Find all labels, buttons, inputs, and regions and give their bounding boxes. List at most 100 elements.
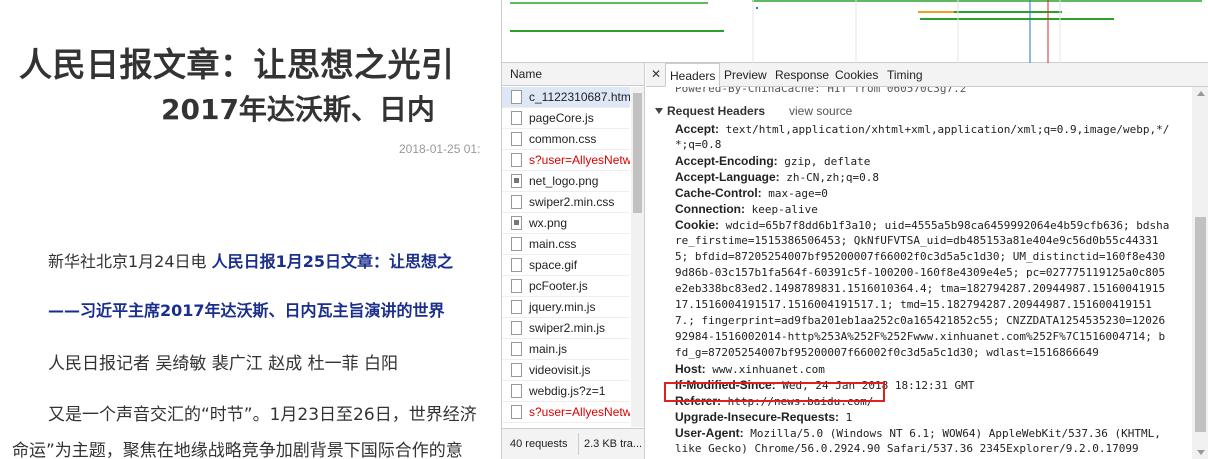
document-icon (511, 153, 522, 167)
header-key: Cache-Control: (675, 186, 762, 200)
request-row[interactable]: wx.png (502, 213, 630, 234)
header-key: Accept-Language: (675, 170, 780, 184)
request-row[interactable]: webdig.js?z=1 (502, 381, 630, 402)
scroll-up-arrow-icon[interactable] (1197, 91, 1205, 96)
document-icon (511, 111, 522, 125)
request-row[interactable]: net_logo.png (502, 171, 630, 192)
document-icon (511, 195, 522, 209)
request-row[interactable]: main.css (502, 234, 630, 255)
dateline: 新华社北京1月24日电 (48, 252, 212, 271)
request-name: s?user=AllyesNetw (529, 153, 630, 167)
document-icon (511, 384, 522, 398)
document-icon (511, 132, 522, 146)
header-value: 1 (839, 411, 853, 424)
header-key: Cookie: (675, 218, 720, 232)
article-link[interactable]: 人民日报1月25日文章：让思想之 (212, 252, 453, 271)
footer-divider (578, 433, 579, 455)
header-value: www.xinhuanet.com (705, 363, 825, 376)
header-key: Accept: (675, 122, 720, 136)
request-name: c_1122310687.htm (529, 90, 630, 104)
document-icon (511, 258, 522, 272)
header-key: User-Agent: (675, 426, 744, 440)
close-icon[interactable]: ✕ (651, 67, 661, 81)
document-icon (511, 279, 522, 293)
image-icon (511, 174, 522, 188)
scrollbar-thumb[interactable] (633, 93, 642, 213)
request-row[interactable]: s?user=AllyesNetw (502, 402, 630, 423)
tab-response[interactable]: Response (775, 68, 829, 82)
tab-preview[interactable]: Preview (724, 68, 767, 82)
network-summary-bar: 40 requests 2.3 KB tra... (502, 428, 644, 459)
header-key: Accept-Encoding: (675, 154, 778, 168)
request-name: s?user=AllyesNetw (529, 405, 630, 419)
article-title-line-2: 2017年达沃斯、日内 (161, 93, 435, 126)
request-name: webdig.js?z=1 (529, 384, 606, 398)
header-upgrade-insecure-requests: Upgrade-Insecure-Requests: 1 (675, 409, 852, 426)
article-paragraph-2: 又是一个声音交汇的“时节”。1月23日至26日，世界经济 (48, 405, 477, 425)
cookie-line: re_firstime=1515386506453; QkNfUFVTSA_ui… (675, 234, 1159, 247)
cookie-line: 7.; fingerprint=ad9fba201eb1aa252c0a1654… (675, 314, 1166, 327)
header-value: gzip, deflate (777, 155, 871, 168)
header-key: Upgrade-Insecure-Requests: (675, 410, 840, 424)
request-row[interactable]: jquery.min.js (502, 297, 630, 318)
request-name: videovisit.js (529, 363, 591, 377)
request-row[interactable]: main.js (502, 339, 630, 360)
request-name: pcFooter.js (529, 279, 588, 293)
article-title-line-1: 人民日报文章：让思想之光引 (19, 45, 455, 84)
article-byline: 人民日报记者 吴绮敏 裴广江 赵成 杜一菲 白阳 (48, 354, 399, 374)
cookie-line: 92984-1516002014-http%253A%252F%252Fwww.… (675, 330, 1166, 343)
header-value: max-age=0 (761, 187, 828, 200)
header-cache-control: Cache-Control: max-age=0 (675, 185, 828, 202)
request-row[interactable]: space.gif (502, 255, 630, 276)
tab-timing[interactable]: Timing (887, 68, 923, 82)
header-value: zh-CN,zh;q=0.8 (779, 171, 880, 184)
request-row[interactable]: c_1122310687.htm (502, 87, 630, 108)
header-value: text/html,application/xhtml+xml,applicat… (719, 123, 1170, 136)
headers-scrollbar[interactable] (1192, 87, 1208, 459)
article-date: 2018-01-25 01: (399, 142, 481, 156)
request-name: pageCore.js (529, 111, 594, 125)
request-name: common.css (529, 132, 597, 146)
request-row[interactable]: swiper2.min.css (502, 192, 630, 213)
request-headers-title: Request Headers (667, 104, 766, 118)
cookie-line: 5; bfdid=87205254007bf95200007f66002f0c3… (675, 250, 1166, 263)
article-paragraph-1: 新华社北京1月24日电 人民日报1月25日文章：让思想之 (48, 248, 453, 272)
request-name: net_logo.png (529, 174, 599, 188)
referer-highlight-box (664, 382, 885, 402)
scrollbar-thumb[interactable] (1195, 217, 1206, 432)
cookie-line: 9d86b-03c157b1fa564f-60391c5f-100200-160… (675, 266, 1166, 279)
document-icon (511, 237, 522, 251)
name-column-header[interactable]: Name (502, 63, 644, 86)
request-name: main.css (529, 237, 577, 251)
header-accept-language: Accept-Language: zh-CN,zh;q=0.8 (675, 169, 879, 186)
header-key: Connection: (675, 202, 745, 216)
scroll-down-arrow-icon[interactable] (1197, 450, 1205, 455)
cookie-line: fd_g=87205254007bf95200007f66002f0c3d5a5… (675, 346, 1099, 359)
expand-triangle-icon[interactable] (655, 108, 663, 114)
tab-headers[interactable]: Headers (665, 63, 721, 87)
request-row[interactable]: pageCore.js (502, 108, 630, 129)
document-icon (511, 342, 522, 356)
article-subtitle: ——习近平主席2017年达沃斯、日内瓦主旨演讲的世界 (48, 301, 445, 320)
tab-cookies[interactable]: Cookies (835, 68, 878, 82)
request-row[interactable]: s?user=AllyesNetw (502, 150, 630, 171)
header-accept: Accept: text/html,application/xhtml+xml,… (675, 121, 1169, 138)
request-row[interactable]: videovisit.js (502, 360, 630, 381)
detail-tab-bar: ✕ Headers Preview Response Cookies Timin… (646, 63, 1208, 87)
request-row[interactable]: swiper2.min.js (502, 318, 630, 339)
request-headers-section[interactable]: Request Headers (655, 103, 765, 119)
request-count: 40 requests (510, 438, 568, 450)
network-timeline-overview[interactable] (502, 0, 1208, 63)
view-source-link[interactable]: view source (789, 103, 852, 119)
cookie-line: e2eb338bc83ed2.1498789831.1516010364.4; … (675, 282, 1166, 295)
request-list-scrollbar[interactable] (631, 87, 644, 427)
request-row[interactable]: pcFooter.js (502, 276, 630, 297)
partial-response-header: Powered-By-ChinaCache: HIT from 060570c3… (675, 87, 967, 95)
request-row[interactable]: common.css (502, 129, 630, 150)
image-icon (511, 216, 522, 230)
document-icon (511, 363, 522, 377)
request-name: wx.png (529, 216, 568, 230)
network-request-list: Name c_1122310687.htm pageCore.js common.c… (502, 63, 645, 459)
request-name: swiper2.min.css (529, 195, 615, 209)
header-connection: Connection: keep-alive (675, 201, 818, 218)
